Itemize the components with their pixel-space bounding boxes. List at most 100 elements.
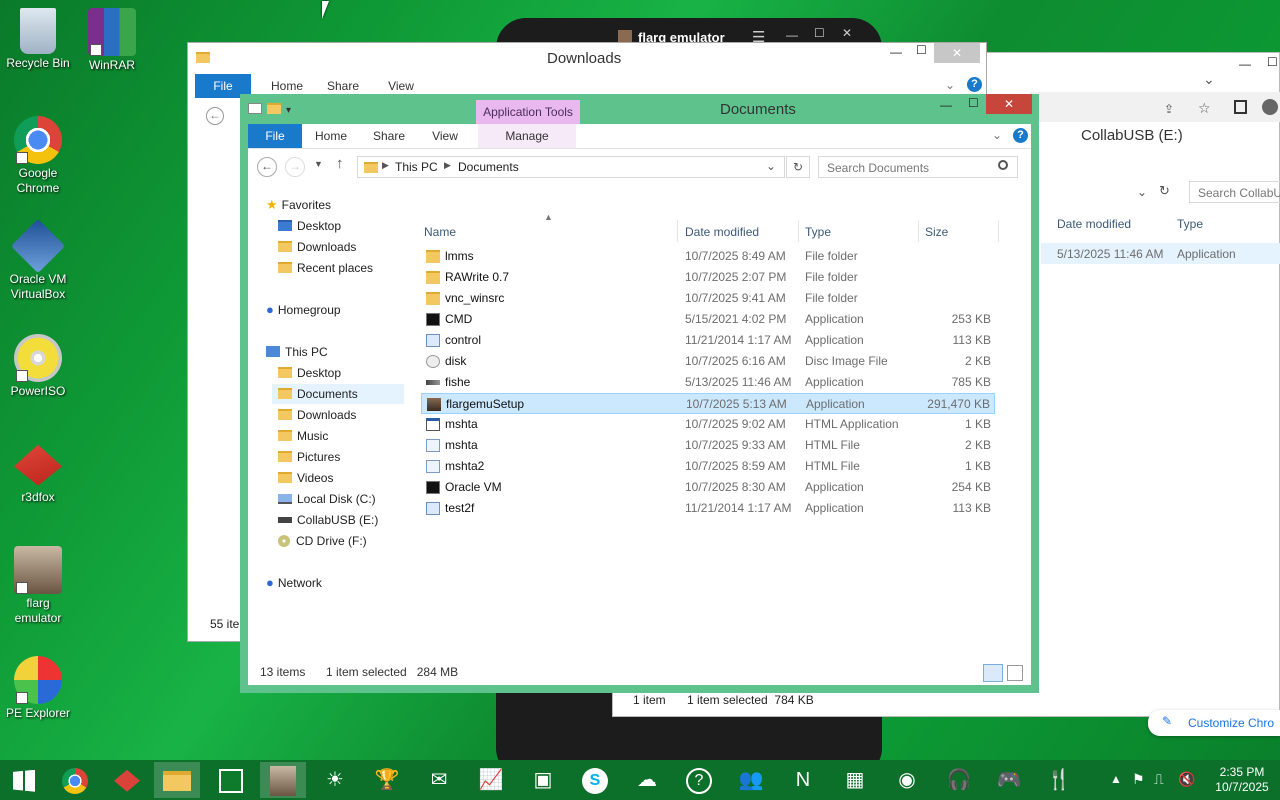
tab-home[interactable]: Home	[306, 124, 356, 148]
tab-view[interactable]: View	[420, 124, 470, 148]
column-name[interactable]: Name	[424, 222, 456, 242]
large-icons-view-button[interactable]	[1007, 665, 1023, 681]
file-row[interactable]: disk 10/7/2025 6:16 AM Disc Image File 2 KB	[421, 351, 995, 372]
nav-desktop[interactable]: Desktop	[278, 216, 341, 236]
close-button[interactable]: ✕	[934, 43, 980, 63]
search-input[interactable]: Search CollabUSB	[1189, 181, 1280, 203]
taskbar-food[interactable]: 🍴	[1036, 762, 1082, 798]
maximize-button[interactable]: ☐	[814, 26, 825, 40]
refresh-button[interactable]: ↻	[786, 156, 810, 178]
help-icon[interactable]: ?	[967, 77, 982, 92]
taskbar-file-explorer[interactable]	[154, 762, 200, 798]
file-row[interactable]: mshta 10/7/2025 9:33 AM HTML File 2 KB	[421, 435, 995, 456]
bookmark-star-icon[interactable]: ☆	[1198, 100, 1211, 117]
taskbar-flarg-emulator[interactable]	[260, 762, 306, 798]
desktop-icon-poweriso[interactable]: PowerISO	[0, 334, 76, 399]
desktop-icon-google-chrome[interactable]: Google Chrome	[0, 116, 76, 196]
nav-downloads[interactable]: Downloads	[278, 237, 356, 257]
new-folder-icon[interactable]	[267, 103, 281, 114]
taskbar-music[interactable]: 🎧	[936, 762, 982, 798]
address-bar[interactable]: ▶ This PC ▶ Documents ⌄	[357, 156, 785, 178]
nav-videos[interactable]: Videos	[278, 468, 333, 488]
taskbar-calendar[interactable]: ▦	[832, 762, 878, 798]
desktop-icon-pe-explorer[interactable]: PE Explorer	[0, 656, 76, 721]
taskbar-camera[interactable]: ◉	[884, 762, 930, 798]
nav-local-disk[interactable]: Local Disk (C:)	[278, 489, 376, 509]
taskbar-people[interactable]: 👥	[728, 762, 774, 798]
column-date-modified[interactable]: Date modified	[685, 222, 759, 242]
taskbar-xbox[interactable]: 🎮	[986, 762, 1032, 798]
customize-toolbar-icon[interactable]: ▾	[286, 105, 291, 116]
file-row[interactable]: mshta2 10/7/2025 8:59 AM HTML File 1 KB	[421, 456, 995, 477]
taskbar-store[interactable]	[208, 762, 254, 798]
refresh-icon[interactable]: ↻	[1159, 183, 1170, 199]
search-input[interactable]: Search Documents	[818, 156, 1018, 178]
breadcrumb-this-pc[interactable]: This PC	[395, 160, 438, 174]
desktop-icon-flarg-emulator[interactable]: flarg emulator	[0, 546, 76, 626]
nav-pc-documents[interactable]: Documents	[272, 384, 404, 404]
column-size[interactable]: Size	[925, 222, 948, 242]
nav-collabusb[interactable]: CollabUSB (E:)	[278, 510, 378, 530]
forward-button[interactable]: →	[285, 157, 305, 177]
nav-music[interactable]: Music	[278, 426, 328, 446]
file-row[interactable]: CMD 5/15/2021 4:02 PM Application 253 KB	[421, 309, 995, 330]
address-dropdown-icon[interactable]: ⌄	[766, 159, 776, 173]
nav-favorites[interactable]: ★ Favorites	[266, 195, 331, 215]
column-type[interactable]: Type	[1177, 217, 1203, 231]
taskbar-mail[interactable]: ✉	[416, 762, 462, 798]
file-row[interactable]: vnc_winsrc 10/7/2025 9:41 AM File folder	[421, 288, 995, 309]
recent-locations-icon[interactable]: ▼	[314, 159, 323, 169]
taskbar-weather[interactable]: ☀	[312, 762, 358, 798]
breadcrumb-documents[interactable]: Documents	[458, 160, 519, 174]
tray-network-icon[interactable]: ⎍	[1154, 771, 1164, 788]
taskbar-help[interactable]: ?	[676, 762, 722, 798]
tab-manage[interactable]: Manage	[478, 124, 576, 148]
documents-explorer-window[interactable]: ▾ Application Tools Documents — ☐ ✕ File…	[240, 94, 1039, 693]
profile-avatar[interactable]	[1262, 99, 1278, 115]
maximize-button[interactable]: ☐	[916, 43, 927, 57]
up-button[interactable]: ↑	[336, 155, 344, 172]
tray-volume-muted-icon[interactable]: 🔇	[1178, 771, 1195, 788]
tray-show-hidden-icon[interactable]: ▲	[1110, 772, 1122, 786]
nav-recent-places[interactable]: Recent places	[278, 258, 373, 278]
tab-file[interactable]: File	[248, 124, 302, 148]
ribbon-expand-icon[interactable]: ⌄	[992, 128, 1002, 142]
address-dropdown-icon[interactable]: ⌄	[1137, 185, 1147, 199]
desktop-icon-recycle-bin[interactable]: Recycle Bin	[0, 8, 76, 71]
help-icon[interactable]: ?	[1013, 128, 1028, 143]
start-button[interactable]	[0, 762, 48, 798]
file-row[interactable]: Oracle VM 10/7/2025 8:30 AM Application 254…	[421, 477, 995, 498]
tray-flag-icon[interactable]: ⚑	[1132, 771, 1145, 788]
nav-pc-desktop[interactable]: Desktop	[278, 363, 341, 383]
details-view-button[interactable]	[983, 664, 1003, 682]
file-row[interactable]: control 11/21/2014 1:17 AM Application 113 …	[421, 330, 995, 351]
maximize-button[interactable]: ☐	[968, 96, 979, 110]
taskbar-onenote[interactable]: N	[780, 762, 826, 798]
nav-pc-downloads[interactable]: Downloads	[278, 405, 356, 425]
ribbon-expand-icon[interactable]: ⌄	[945, 78, 955, 92]
file-row[interactable]: test2f 11/21/2014 1:17 AM Application 113 K…	[421, 498, 995, 519]
tab-share[interactable]: Share	[364, 124, 414, 148]
desktop-icon-virtualbox[interactable]: Oracle VM VirtualBox	[0, 218, 76, 302]
file-row[interactable]: fishe 5/13/2025 11:46 AM Application 785 KB	[421, 372, 995, 393]
ribbon-expand-icon[interactable]: ⌄	[1203, 71, 1215, 88]
nav-homegroup[interactable]: ● Homegroup	[266, 300, 341, 320]
taskbar-games[interactable]: 🏆	[364, 762, 410, 798]
tray-clock[interactable]: 2:35 PM 10/7/2025	[1210, 765, 1274, 795]
taskbar-r3dfox[interactable]	[104, 762, 150, 798]
file-row[interactable]: flargemuSetup 10/7/2025 5:13 AM Applicatio…	[421, 393, 995, 414]
desktop-icon-winrar[interactable]: WinRAR	[74, 8, 150, 73]
share-icon[interactable]: ⇪	[1164, 102, 1174, 116]
file-row[interactable]: lmms 10/7/2025 8:49 AM File folder	[421, 246, 995, 267]
minimize-button[interactable]: —	[940, 98, 952, 112]
nav-this-pc[interactable]: This PC	[266, 342, 328, 362]
taskbar-skype[interactable]: S	[572, 762, 618, 798]
window-maximize-button[interactable]: ☐	[1267, 55, 1278, 69]
minimize-button[interactable]: —	[786, 28, 798, 42]
column-type[interactable]: Type	[805, 222, 831, 242]
taskbar-video[interactable]: ▣	[520, 762, 566, 798]
nav-network[interactable]: ● Network	[266, 573, 322, 593]
close-button[interactable]: ✕	[842, 26, 852, 40]
taskbar-onedrive[interactable]: ☁	[624, 762, 670, 798]
file-row[interactable]: RAWrite 0.7 10/7/2025 2:07 PM File folder	[421, 267, 995, 288]
